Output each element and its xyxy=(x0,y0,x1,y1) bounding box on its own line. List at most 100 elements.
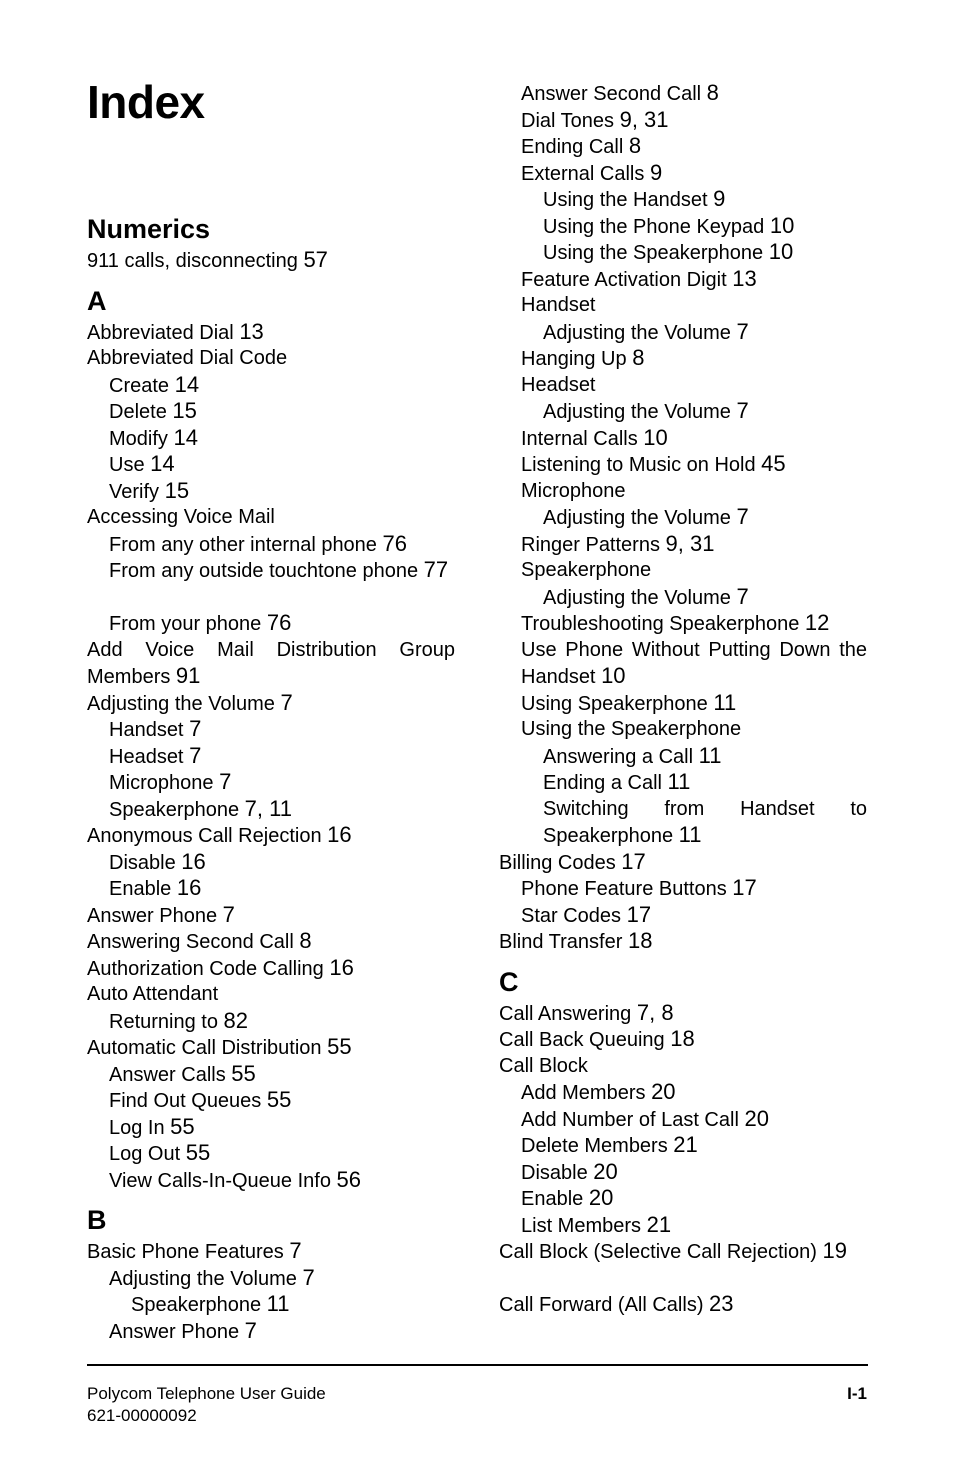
page-reference[interactable]: 21 xyxy=(647,1212,671,1237)
page-reference[interactable]: 11 xyxy=(267,1291,290,1316)
page-reference[interactable]: 11 xyxy=(668,769,691,794)
index-entry: Find Out Queues 55 xyxy=(109,1087,291,1115)
page-reference[interactable]: 14 xyxy=(175,372,199,397)
index-term: Anonymous Call Rejection xyxy=(87,825,322,847)
page-reference[interactable]: 7 xyxy=(736,504,748,529)
page-reference[interactable]: 77 xyxy=(424,557,448,582)
page-reference[interactable]: 16 xyxy=(329,955,353,980)
page-reference[interactable]: 13 xyxy=(732,266,756,291)
page-reference[interactable]: 10 xyxy=(643,425,667,450)
page-reference[interactable]: 56 xyxy=(337,1167,361,1192)
page-reference[interactable]: 10 xyxy=(601,663,625,688)
page-reference[interactable]: 7 xyxy=(736,398,748,423)
page-reference[interactable]: 7 xyxy=(189,743,201,768)
index-entry: Adjusting the Volume 7 xyxy=(543,504,749,532)
page-reference[interactable]: 20 xyxy=(589,1185,613,1210)
index-term: Adjusting the Volume xyxy=(543,507,731,529)
page-reference[interactable]: 18 xyxy=(628,928,652,953)
page-reference[interactable]: 16 xyxy=(177,875,201,900)
page-reference[interactable]: 19 xyxy=(822,1238,846,1263)
page-reference[interactable]: 7, 8 xyxy=(637,1000,674,1025)
index-entry: List Members 21 xyxy=(521,1212,671,1240)
page-reference[interactable]: 55 xyxy=(186,1140,210,1165)
page-reference[interactable]: 7 xyxy=(189,716,201,741)
page-reference[interactable]: 10 xyxy=(769,239,793,264)
page-reference[interactable]: 8 xyxy=(299,928,311,953)
page-reference[interactable]: 11 xyxy=(713,690,736,715)
page-reference[interactable]: 8 xyxy=(632,345,644,370)
page-reference[interactable]: 7 xyxy=(289,1238,301,1263)
index-entry: Automatic Call Distribution 55 xyxy=(87,1034,352,1062)
page-reference[interactable]: 55 xyxy=(327,1034,351,1059)
page-reference[interactable]: 11 xyxy=(679,822,702,847)
page-reference[interactable]: 20 xyxy=(593,1159,617,1184)
index-entry: Delete 15 xyxy=(109,398,197,426)
index-term: Answering a Call xyxy=(543,745,694,768)
index-entry: 911 calls, disconnecting 57 xyxy=(87,247,328,275)
index-entry: Using the Speakerphone xyxy=(521,716,741,743)
page-reference[interactable]: 17 xyxy=(627,902,651,927)
page-reference[interactable]: 57 xyxy=(303,247,327,272)
index-term: Delete xyxy=(109,401,167,423)
page-reference[interactable]: 12 xyxy=(805,610,829,635)
page-reference[interactable]: 76 xyxy=(383,531,407,556)
page-reference[interactable]: 9 xyxy=(713,186,725,211)
page-reference[interactable]: 11 xyxy=(699,743,722,768)
index-term: Basic Phone Features xyxy=(87,1241,284,1263)
index-term: Microphone xyxy=(109,772,214,794)
page-reference[interactable]: 9 xyxy=(650,160,662,185)
index-term: 911 calls, disconnecting xyxy=(87,250,298,272)
page-reference[interactable]: 55 xyxy=(267,1087,291,1112)
page-reference[interactable]: 16 xyxy=(327,822,351,847)
index-entry: Using the Handset 9 xyxy=(543,186,725,214)
page-reference[interactable]: 20 xyxy=(651,1079,675,1104)
page-reference[interactable]: 7 xyxy=(219,769,231,794)
page-reference[interactable]: 10 xyxy=(770,213,794,238)
page-reference[interactable]: 21 xyxy=(673,1132,697,1157)
page-reference[interactable]: 15 xyxy=(172,398,196,423)
page-reference[interactable]: 15 xyxy=(165,478,189,503)
index-entry: Use Phone Without Putting Down the Hands… xyxy=(521,637,867,691)
page-reference[interactable]: 9, 31 xyxy=(666,531,715,556)
page-reference[interactable]: 18 xyxy=(670,1026,694,1051)
section-heading-b: B xyxy=(87,1205,107,1235)
page-reference[interactable]: 7 xyxy=(245,1318,257,1343)
page-reference[interactable]: 14 xyxy=(173,425,197,450)
page-reference[interactable]: 7 xyxy=(280,690,292,715)
index-entry: Using the Speakerphone 10 xyxy=(543,239,793,267)
page-reference[interactable]: 7 xyxy=(223,902,235,927)
index-term: From any outside touchtone phone xyxy=(109,560,419,582)
page-reference[interactable]: 7 xyxy=(736,584,748,609)
page-reference[interactable]: 14 xyxy=(150,451,174,476)
index-entry: Delete Members 21 xyxy=(521,1132,698,1160)
page-reference[interactable]: 8 xyxy=(707,80,719,105)
page-reference[interactable]: 17 xyxy=(732,875,756,900)
index-term: Call Block (Selective Call Rejection) xyxy=(499,1241,817,1263)
page-reference[interactable]: 7, 11 xyxy=(245,796,292,821)
index-term: Authorization Code Calling xyxy=(87,957,324,980)
page-reference[interactable]: 45 xyxy=(761,451,785,476)
index-entry: Headset 7 xyxy=(109,743,201,771)
page-reference[interactable]: 9, 31 xyxy=(620,107,669,132)
page-reference[interactable]: 91 xyxy=(176,663,200,688)
footer-page-number: I-1 xyxy=(847,1384,867,1403)
page-reference[interactable]: 82 xyxy=(224,1008,248,1033)
page-reference[interactable]: 23 xyxy=(709,1291,733,1316)
index-term: Log Out xyxy=(109,1143,181,1165)
page-reference[interactable]: 55 xyxy=(231,1061,255,1086)
index-entry: Feature Activation Digit 13 xyxy=(521,266,757,294)
index-term: Adjusting the Volume xyxy=(543,321,731,344)
index-entry: Enable 16 xyxy=(109,875,201,903)
index-entry: Add Voice Mail Distribution Group Member… xyxy=(87,637,455,691)
page-reference[interactable]: 8 xyxy=(629,133,641,158)
page-reference[interactable]: 16 xyxy=(181,849,205,874)
page-reference[interactable]: 7 xyxy=(302,1265,314,1290)
page-reference[interactable]: 7 xyxy=(736,319,748,344)
page-reference[interactable]: 20 xyxy=(744,1106,768,1131)
index-term: Using the Phone Keypad xyxy=(543,215,765,238)
index-term: Ending Call xyxy=(521,136,624,158)
page-reference[interactable]: 13 xyxy=(239,319,263,344)
page-reference[interactable]: 17 xyxy=(621,849,645,874)
page-reference[interactable]: 55 xyxy=(170,1114,194,1139)
page-reference[interactable]: 76 xyxy=(267,610,291,635)
